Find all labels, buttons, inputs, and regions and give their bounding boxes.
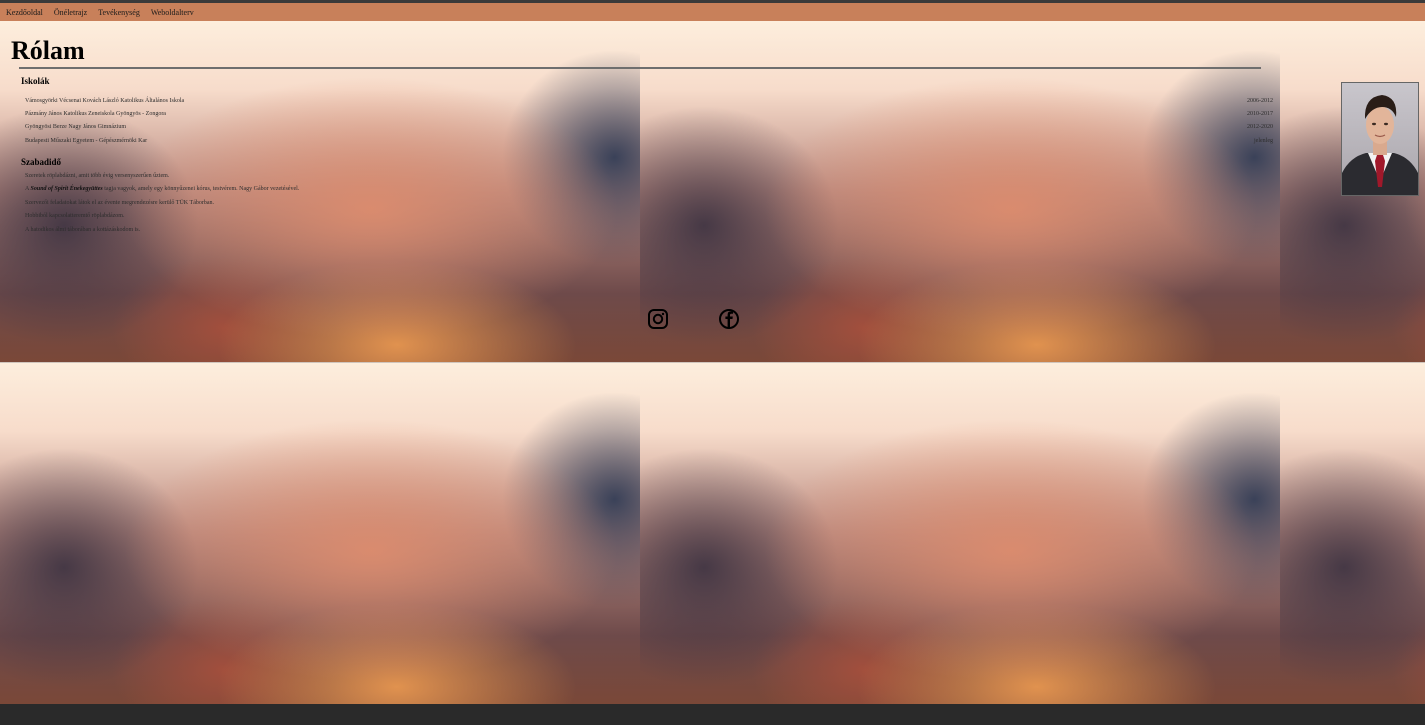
free-time-line: Szeretek röplabdázni, amit több évig ver… <box>25 173 170 179</box>
background-tile <box>0 362 640 704</box>
school-name: Budapesti Műszaki Egyetem - Gépészmérnök… <box>25 138 148 144</box>
school-years: 2010-2017 <box>1247 111 1273 117</box>
band-name: Sound of Spirit Énekegyüttes <box>30 186 103 192</box>
school-row: Pázmány János Katolikus Zeneiskola Gyöng… <box>25 111 1273 117</box>
page-title: Rólam <box>11 36 85 65</box>
profile-photo-illustration <box>1342 83 1418 195</box>
nav-link-home[interactable]: Kezdőoldal <box>6 8 43 17</box>
school-name: Pázmány János Katolikus Zeneiskola Gyöng… <box>25 111 166 117</box>
facebook-icon <box>719 309 739 329</box>
free-time-line: A Sound of Spirit Énekegyüttes tagja vag… <box>25 186 299 192</box>
nav-link-activity[interactable]: Tevékenység <box>98 8 140 17</box>
title-divider <box>19 67 1261 69</box>
school-row: Vámosgyörki Vécsenai Kovách László Katol… <box>25 98 1273 104</box>
facebook-link[interactable] <box>718 308 740 330</box>
school-name: Vámosgyörki Vécsenai Kovách László Katol… <box>25 98 185 104</box>
free-time-text: tagja vagyok, amely egy könnyűzenei kóru… <box>102 186 300 192</box>
nav-link-webdesign[interactable]: Weboldalterv <box>151 8 194 17</box>
school-row: Budapesti Műszaki Egyetem - Gépészmérnök… <box>25 138 1273 144</box>
nav-link-cv[interactable]: Önéletrajz <box>54 8 87 17</box>
instagram-link[interactable] <box>647 308 669 330</box>
school-years: jelenleg <box>1254 138 1273 144</box>
background-tile <box>1280 362 1425 704</box>
profile-photo <box>1341 82 1419 196</box>
school-years: 2006-2012 <box>1247 98 1273 104</box>
instagram-icon <box>648 309 668 329</box>
free-time-heading: Szabadidő <box>21 157 62 167</box>
navbar: Kezdőoldal Önéletrajz Tevékenység Webold… <box>0 3 1425 21</box>
free-time-line: A hatodikos álmi táborában a kottázáskod… <box>25 227 141 233</box>
schools-heading: Iskolák <box>21 76 50 86</box>
free-time-line: Hobbiból kapcsolatteremtő röplabdázom. <box>25 213 125 219</box>
free-time-line: Szervezői feladatokat látok el az évente… <box>25 200 215 206</box>
school-name: Gyöngyösi Berze Nagy János Gimnázium <box>25 124 126 130</box>
school-row: Gyöngyösi Berze Nagy János Gimnázium 201… <box>25 124 1273 130</box>
school-years: 2012-2020 <box>1247 124 1273 130</box>
background-tile <box>640 362 1280 704</box>
